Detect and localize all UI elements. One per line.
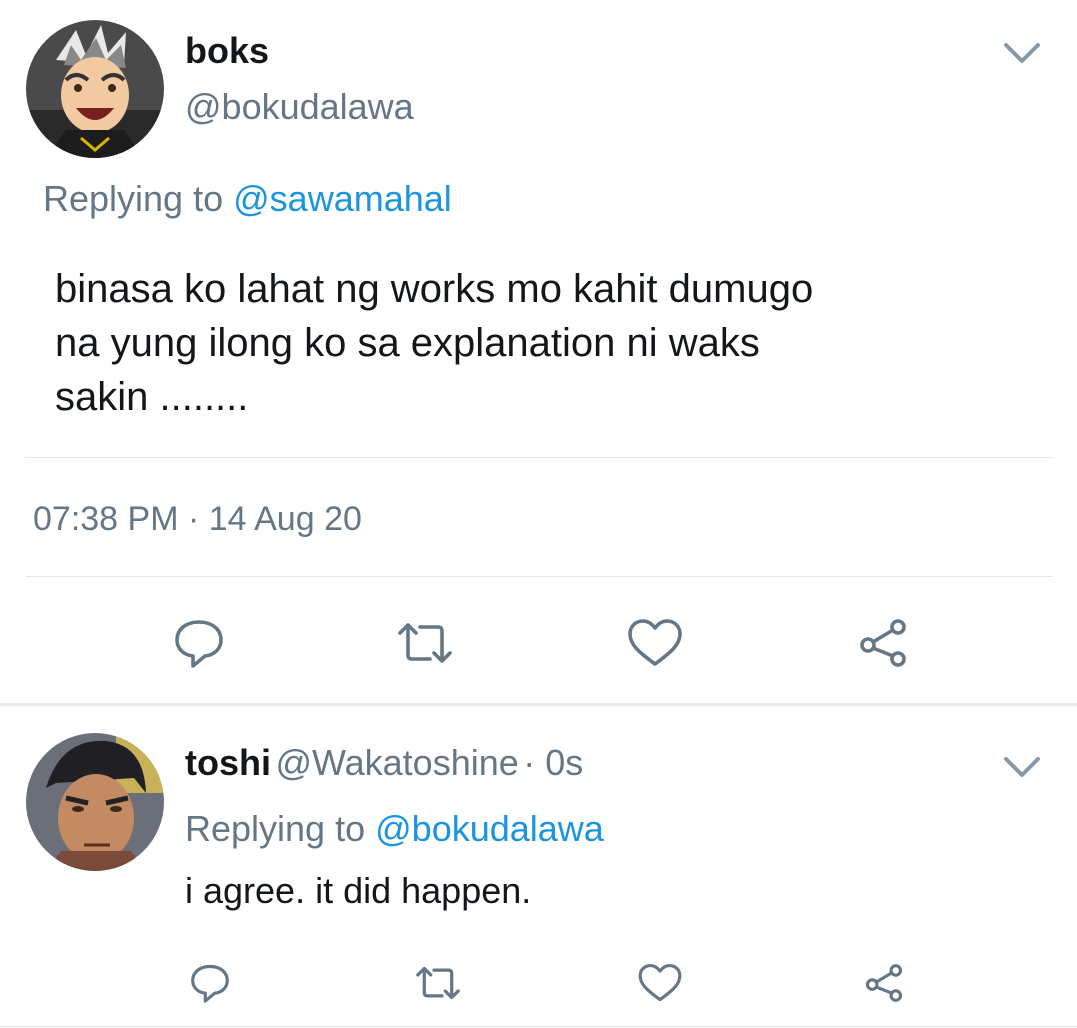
like-button[interactable] xyxy=(632,955,688,1011)
like-button[interactable] xyxy=(622,610,688,676)
heart-icon xyxy=(638,963,682,1002)
replying-to-label: Replying to xyxy=(43,178,224,219)
share-button[interactable] xyxy=(856,955,912,1011)
reply-icon xyxy=(175,620,223,668)
display-name[interactable]: boks xyxy=(185,30,269,72)
share-button[interactable] xyxy=(850,610,916,676)
retweet-button[interactable] xyxy=(392,610,458,676)
retweet-icon xyxy=(416,966,460,1000)
reply-button[interactable] xyxy=(166,610,232,676)
reply-button[interactable] xyxy=(182,955,238,1011)
tweet-text: i agree. it did happen. xyxy=(185,870,532,911)
reply-icon xyxy=(191,964,229,1003)
section-divider xyxy=(0,703,1077,706)
mention-link[interactable]: @sawamahal xyxy=(233,178,452,219)
replying-to-line: Replying to @sawamahal xyxy=(43,178,452,220)
avatar-toshi[interactable] xyxy=(26,733,164,871)
tweet-text-line: na yung ilong ko sa explanation ni waks xyxy=(55,321,760,365)
replying-to-line: Replying to @bokudalawa xyxy=(185,808,604,850)
chevron-down-icon[interactable] xyxy=(1002,754,1042,780)
user-handle[interactable]: @Wakatoshine xyxy=(275,742,518,783)
tweet-time: · 0s xyxy=(523,742,584,783)
avatar-boks[interactable] xyxy=(26,20,164,158)
divider xyxy=(26,457,1053,458)
reply-header: toshi @Wakatoshine · 0s xyxy=(185,742,583,784)
retweet-icon xyxy=(398,623,452,663)
share-icon xyxy=(860,619,906,667)
tweet-timestamp[interactable]: 07:38 PM · 14 Aug 20 xyxy=(33,500,362,539)
divider xyxy=(26,576,1053,577)
display-name[interactable]: toshi xyxy=(185,742,271,783)
replying-to-label: Replying to xyxy=(185,808,366,849)
tweet-text: binasa ko lahat ng works mo kahit dumugo… xyxy=(55,262,813,424)
tweet-text-line: sakin ........ xyxy=(55,375,249,419)
avatar-image xyxy=(26,733,164,871)
chevron-down-icon[interactable] xyxy=(1002,40,1042,66)
tweet-text-line: binasa ko lahat ng works mo kahit dumugo xyxy=(55,267,814,311)
mention-link[interactable]: @bokudalawa xyxy=(375,808,604,849)
divider xyxy=(0,1026,1077,1027)
heart-icon xyxy=(628,619,682,666)
user-handle[interactable]: @bokudalawa xyxy=(185,86,414,128)
share-icon xyxy=(865,964,903,1002)
retweet-button[interactable] xyxy=(410,955,466,1011)
avatar-image xyxy=(26,20,164,158)
